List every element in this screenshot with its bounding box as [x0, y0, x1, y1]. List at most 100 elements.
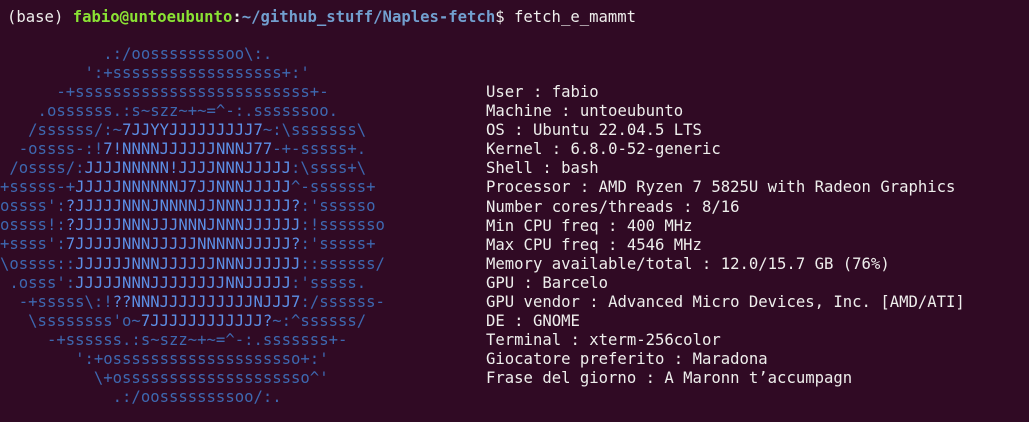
info-value: Barcelo [542, 273, 609, 292]
ascii-logo-row: ossss':?JJJJJNNNJNNNNJJNNNJJJJJ?:'ssssso [0, 197, 404, 216]
info-separator: : [523, 83, 552, 101]
info-row: User : fabio [486, 83, 965, 102]
info-value: A Maronn t’accumpagn [664, 369, 853, 388]
info-value: fabio [551, 83, 599, 101]
info-label: DE [486, 312, 505, 331]
ascii-logo-segment: :!sssssso [300, 216, 385, 235]
info-label: GPU vendor [486, 293, 580, 312]
ascii-logo-segment: 7JJJJJNNNJJJJJNNNNNJJJJJ? [65, 235, 301, 254]
info-label: Min CPU freq [486, 216, 599, 235]
ascii-logo-row: .:/oossssssssoo\:. [0, 45, 404, 64]
ascii-logo-row: \ssssssss'o~7JJJJJJJJJJJJ?~:^ssssss/ [0, 312, 404, 331]
info-label: Terminal [486, 331, 562, 350]
prompt-colon: : [232, 8, 242, 26]
info-row: Shell : bash [486, 159, 965, 178]
shell-prompt-line: (base) fabio@untoeubunto:~/github_stuff/… [7, 8, 636, 27]
info-row: DE : GNOME [486, 312, 965, 331]
info-row: Memory available/total : 12.0/15.7 GB (7… [486, 255, 965, 274]
ascii-logo-segment: ??NNNJJJJJJJJJJNJJJ7 [112, 292, 301, 311]
ascii-logo-row: /ossss/:JJJJNNNNN!JJJJNNNJJJJJ:\ssss+\ [0, 159, 404, 178]
info-row: Number cores/threads : 8/16 [486, 198, 965, 217]
ascii-logo-row: .osss':JJJJJNNNJJJJJJJJNNJJJJJ:'sssss. [0, 274, 404, 293]
info-separator: : [598, 235, 627, 254]
ascii-logo-row: +sssss-+JJJJJNNNNNNJ7JJNNNJJJJJ^-ssssss+ [0, 178, 404, 197]
info-row: Min CPU freq : 400 MHz [486, 217, 965, 236]
ascii-logo-row: \ossss::JJJJJJNNNJJJJJJNNNJJJJJJ::ssssss… [0, 255, 404, 274]
ascii-logo-segment: ':+ssssssssssssssssss+:' [0, 64, 385, 83]
ascii-logo: .:/oossssssssoo\:. ':+ssssssssssssssssss… [0, 45, 404, 407]
info-label: OS [486, 121, 505, 140]
info-value: Ubuntu 22.04.5 LTS [532, 121, 702, 140]
info-row: Giocatore preferito : Maradona [486, 350, 965, 369]
ascii-logo-row: .ossssss.:s~szz~+~=^-:.ssssssoo. [0, 102, 404, 121]
info-separator: : [551, 102, 580, 121]
ascii-logo-segment: .osss': [0, 273, 76, 292]
ascii-logo-row: +ssss':7JJJJJNNNJJJJJNNNNNJJJJJ?:'sssss+ [0, 235, 404, 254]
ascii-logo-segment: :'sssss+ [300, 235, 385, 254]
info-separator: : [504, 121, 533, 140]
ascii-logo-segment: \ssssssss'o~ [0, 311, 141, 330]
system-info-list: User : fabio Machine : untoeubunto OS : Ub… [486, 83, 965, 389]
prompt-user-host: fabio@untoeubunto [72, 8, 233, 26]
info-label: Max CPU freq [486, 235, 599, 254]
ascii-logo-segment: ossss': [0, 197, 66, 216]
info-label: Processor [486, 178, 571, 197]
info-row: Max CPU freq : 4546 MHz [486, 236, 965, 255]
ascii-logo-row: ':+ssssssssssssssssss+:' [0, 64, 404, 83]
info-separator: : [692, 254, 721, 273]
info-label: Frase del giorno [486, 369, 637, 388]
ascii-logo-segment: ~:^ssssss/ [272, 311, 395, 330]
ascii-logo-segment: ?JJJJJNNNJNNNNJJNNNJJJJJ? [65, 197, 301, 216]
ascii-logo-segment: -+sssss\:! [0, 292, 113, 311]
info-value: Maradona [692, 350, 768, 369]
info-separator: : [664, 350, 693, 369]
ascii-logo-segment: ?JJJJJNNNJJJNNNJNNNJJJJJJ [65, 216, 301, 235]
info-value: GNOME [532, 312, 580, 331]
info-value: AMD Ryzen 7 5825U with Radeon Graphics [598, 178, 956, 197]
info-separator: : [570, 178, 599, 197]
ascii-logo-segment: -+-sssss+. [272, 140, 385, 159]
ascii-logo-segment: JJJJJJNNNJJJJJJNNNJJJJJJ [75, 254, 301, 273]
ascii-logo-segment: .:/oossssssssoo\:. [0, 45, 367, 63]
info-label: Machine [486, 102, 552, 121]
ascii-logo-row: .:/oossssssssoo/:. [0, 388, 404, 407]
info-row: Frase del giorno : A Maronn t’accumpagn [486, 369, 965, 388]
info-row: GPU : Barcelo [486, 274, 965, 293]
info-separator: : [542, 140, 571, 159]
ascii-logo-segment: -+sssssssssssssssssssssssss+- [0, 83, 385, 102]
info-label: User [486, 83, 524, 101]
ascii-logo-segment: -ossss-:! [0, 140, 104, 159]
info-separator: : [504, 312, 533, 331]
ascii-logo-segment: ossss!: [0, 216, 66, 235]
ascii-logo-segment: /ossss/: [0, 159, 85, 178]
ascii-logo-row: ossss!:?JJJJJNNNJJJNNNJNNNJJJJJJ:!ssssss… [0, 216, 404, 235]
ascii-logo-segment: +ssss': [0, 235, 66, 254]
ascii-logo-segment: \+ossssssssssssssssssso^' [0, 368, 385, 387]
ascii-logo-segment: -+ssssss.:s~szz~+~=^-:.sssssss+- [0, 330, 385, 349]
info-label: Shell [486, 159, 533, 178]
info-row: Terminal : xterm-256color [486, 331, 965, 350]
terminal-window[interactable]: (base) fabio@untoeubunto:~/github_stuff/… [0, 0, 1029, 422]
ascii-logo-row: \+ossssssssssssssssssso^' [0, 369, 404, 388]
info-value: 12.0/15.7 GB (76%) [720, 254, 890, 273]
info-value: 400 MHz [626, 216, 693, 235]
info-separator: : [579, 293, 609, 312]
info-value: untoeubunto [579, 102, 684, 121]
info-separator: : [532, 159, 562, 178]
ascii-logo-segment: ~:\sssssss\ [262, 121, 395, 140]
info-label: Kernel [486, 140, 543, 159]
prompt-path: ~/github_stuff/Naples-fetch [241, 8, 496, 26]
info-row: Kernel : 6.8.0-52-generic [486, 140, 965, 159]
ascii-logo-segment: .ossssss.:s~szz~+~=^-:.ssssssoo. [0, 102, 376, 121]
ascii-logo-segment: 7JJJJJJJJJJJJ? [140, 311, 273, 330]
info-value: Advanced Micro Devices, Inc. [AMD/ATI] [608, 293, 965, 312]
info-value: xterm-256color [589, 331, 721, 350]
info-row: OS : Ubuntu 22.04.5 LTS [486, 121, 965, 140]
info-label: GPU [486, 273, 515, 292]
ascii-logo-segment: JJJJJNNNJJJJJJJJNNJJJJJ [75, 273, 292, 292]
ascii-logo-row: -+sssssssssssssssssssssssss+- [0, 83, 404, 102]
info-label: Giocatore preferito [486, 350, 665, 369]
info-row: Processor : AMD Ryzen 7 5825U with Radeo… [486, 178, 965, 197]
info-row: GPU vendor : Advanced Micro Devices, Inc… [486, 293, 965, 312]
ascii-logo-segment: :\ssss+\ [291, 159, 385, 178]
